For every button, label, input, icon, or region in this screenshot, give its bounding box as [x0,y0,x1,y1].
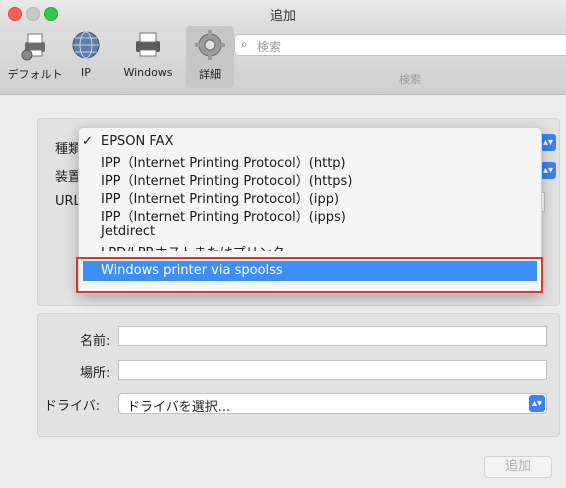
menu-item-ipp-http[interactable]: IPP（Internet Printing Protocol）(http) [79,152,541,171]
driver-label: ドライバ: [44,399,101,414]
driver-popup-value: ドライバを選択... [127,400,231,415]
menu-item-ipp-ipp[interactable]: IPP（Internet Printing Protocol）(ipp) [79,188,541,207]
driver-popup[interactable]: ドライバを選択... ▴▾ [118,393,547,415]
menu-item-lpd[interactable]: LPD/LPRホストまたはプリンタ [79,242,541,251]
menu-item-label: Jetdirect [101,224,156,239]
type-popup-arrows-icon[interactable]: ▴▾ [540,134,556,151]
name-field[interactable] [118,326,547,346]
menu-item-label: EPSON FAX [101,134,174,149]
menu-item-label: LPD/LPRホストまたはプリンタ [101,242,285,251]
tab-default-label: デフォルト [7,68,63,81]
tab-ip[interactable]: IP [66,28,106,79]
globe-icon [72,31,100,59]
menu-item-ipp-ipps[interactable]: IPP（Internet Printing Protocol）(ipps) [79,206,541,225]
menu-item-jetdirect[interactable]: Jetdirect [79,224,541,240]
name-label: 名前: [80,334,111,349]
menu-item-label: IPP（Internet Printing Protocol）(ipps) [101,210,346,225]
location-field[interactable] [118,360,547,380]
title-bar: 追加 [0,0,566,24]
device-popup-arrows-icon[interactable]: ▴▾ [540,162,556,179]
toolbar: デフォルト IP Windows 詳細 ⌕ 検索 検索 [0,24,566,95]
gear-icon [195,30,225,60]
highlight-annotation-box [76,257,543,293]
menu-item-label: IPP（Internet Printing Protocol）(https) [101,174,353,189]
search-placeholder: 検索 [257,40,282,54]
menu-item-label: IPP（Internet Printing Protocol）(ipp) [101,192,340,207]
search-icon: ⌕ [241,37,248,51]
url-label: URL [55,194,81,209]
tab-ip-label: IP [81,66,91,79]
windows-printer-icon [136,32,160,57]
driver-popup-arrows-icon: ▴▾ [529,395,545,412]
search-label: 検索 [399,73,421,86]
menu-item-label: IPP（Internet Printing Protocol）(http) [101,156,346,171]
location-label: 場所: [80,366,111,381]
add-button[interactable]: 追加 [484,456,552,478]
search-field[interactable]: ⌕ 検索 [234,34,566,56]
menu-item-ipp-https[interactable]: IPP（Internet Printing Protocol）(https) [79,170,541,189]
window-title: 追加 [269,9,296,24]
checkmark-icon: ✓ [82,134,93,149]
tab-windows-label: Windows [123,66,173,79]
menu-item-epson-fax[interactable]: ✓ EPSON FAX [79,134,541,150]
tab-windows[interactable]: Windows [118,28,178,79]
tab-default[interactable]: デフォルト [5,28,65,82]
tab-advanced[interactable]: 詳細 [180,28,240,82]
default-printer-icon [21,33,45,61]
tab-advanced-label: 詳細 [199,68,221,81]
